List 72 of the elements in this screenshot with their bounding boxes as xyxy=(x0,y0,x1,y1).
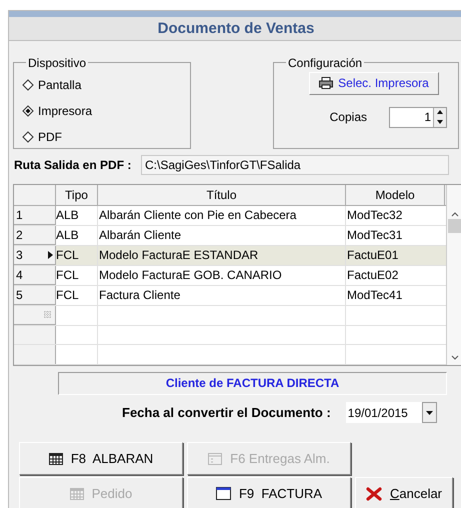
button-label: F6 Entregas Alm. xyxy=(230,450,330,468)
grid-icon xyxy=(70,488,84,500)
table-cell: ALB xyxy=(56,226,98,245)
list-window-icon xyxy=(208,452,222,464)
radio-icon[interactable] xyxy=(22,130,34,143)
radio-option[interactable]: Impresora xyxy=(22,104,182,118)
button-label: F9 FACTURA xyxy=(238,484,322,503)
radio-icon[interactable] xyxy=(22,78,34,91)
new-row-icon xyxy=(44,311,51,318)
copies-label: Copias xyxy=(330,109,367,126)
action-button[interactable]: Cancelar xyxy=(355,477,453,508)
row-header[interactable]: 4 xyxy=(14,266,56,285)
table-row[interactable]: 4 FCL Modelo FacturaE GOB. CANARIO FactuE02 xyxy=(14,266,446,286)
client-banner: Cliente de FACTURA DIRECTA xyxy=(58,372,447,395)
pdf-path-field[interactable]: C:\SagiGes\TinforGT\FSalida xyxy=(141,154,449,175)
column-header[interactable]: Modelo xyxy=(346,184,445,205)
table-row[interactable]: 3 FCL Modelo FacturaE ESTANDAR FactuE01 xyxy=(14,246,446,266)
scroll-thumb[interactable] xyxy=(448,218,461,233)
select-printer-button[interactable]: Selec. Impresora xyxy=(309,72,439,95)
current-row-icon xyxy=(48,250,53,259)
close-icon xyxy=(366,486,382,500)
table-cell: FCL xyxy=(56,286,98,305)
table-cell-text: ModTec31 xyxy=(346,226,404,244)
group-label: Dispositivo xyxy=(28,56,86,70)
row-header[interactable]: 1 xyxy=(14,206,56,225)
radio-option[interactable]: Pantalla xyxy=(22,78,182,92)
date-label: Fecha al convertir el Documento : xyxy=(122,404,331,422)
button-label: F8 ALBARAN xyxy=(70,450,154,468)
radio-option[interactable]: PDF xyxy=(22,130,182,144)
table-row[interactable]: 1 ALB Albarán Cliente con Pie en Cabecera ModTec32 xyxy=(14,206,446,226)
row-number: 2 xyxy=(16,226,23,244)
action-button[interactable]: F8 ALBARAN xyxy=(19,442,183,475)
table-row[interactable]: 2 ALB Albarán Cliente ModTec31 xyxy=(14,226,446,246)
table-cell: FCL xyxy=(56,266,98,285)
action-button[interactable]: F9 FACTURA xyxy=(187,477,351,508)
table-cell-text: ModTec32 xyxy=(346,206,404,224)
row-header[interactable]: 5 xyxy=(14,286,56,305)
row-number: 1 xyxy=(16,206,23,224)
table-cell-text: ModTec41 xyxy=(346,286,404,304)
date-picker[interactable]: 19/01/2015 xyxy=(346,402,437,423)
table-cell: Albarán Cliente con Pie en Cabecera xyxy=(98,206,346,225)
group-label: Configuración xyxy=(288,56,362,70)
column-header[interactable]: Título xyxy=(98,184,346,205)
spin-up-icon[interactable] xyxy=(434,108,446,117)
table-cell: ALB xyxy=(56,206,98,225)
column-header[interactable]: Tipo xyxy=(56,184,98,205)
radio-icon[interactable] xyxy=(22,104,34,117)
row-header[interactable]: 2 xyxy=(14,226,56,245)
table-cell: Modelo FacturaE ESTANDAR xyxy=(98,246,346,265)
dropdown-arrow-icon xyxy=(426,410,433,414)
row-header[interactable]: 3 xyxy=(14,246,56,265)
table-cell: FCL xyxy=(56,246,98,265)
copies-spinner[interactable]: 1 xyxy=(389,106,447,128)
scroll-up-icon[interactable] xyxy=(450,210,458,217)
table-cell-text: FactuE02 xyxy=(346,266,400,284)
row-number: 5 xyxy=(16,286,23,304)
table-cell: Modelo FacturaE GOB. CANARIO xyxy=(98,266,346,285)
button-label: Cancelar xyxy=(390,484,442,503)
window-icon xyxy=(216,487,231,500)
row-number: 3 xyxy=(16,246,23,264)
table-cell-text: FactuE01 xyxy=(346,246,400,264)
table-cell: Albarán Cliente xyxy=(98,226,346,245)
grid-icon xyxy=(48,452,63,464)
printer-icon xyxy=(319,77,334,90)
pdf-path-label: Ruta Salida en PDF : xyxy=(14,156,132,174)
table-cell: Factura Cliente xyxy=(98,286,346,305)
window-title: Documento de Ventas xyxy=(9,16,461,41)
scrollbar[interactable] xyxy=(446,184,461,365)
scroll-down-icon[interactable] xyxy=(450,355,458,361)
button-label: Pedido xyxy=(92,484,132,503)
row-number: 4 xyxy=(16,266,23,284)
table-row[interactable]: 5 FCL Factura Cliente ModTec41 xyxy=(14,286,446,306)
